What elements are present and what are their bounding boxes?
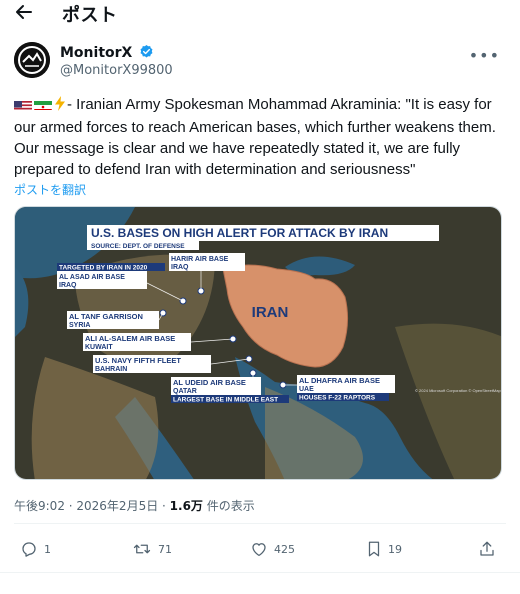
top-bar: ポスト [0,0,520,28]
repost-count: 71 [158,542,172,556]
bookmark-icon [368,541,380,557]
label-al-asad-country: IRAQ [59,282,77,289]
label-ali-al-salem-name: ALI AL-SALEM AIR BASE [85,334,175,343]
label-al-asad-note: TARGETED BY IRAN IN 2020 [59,265,148,272]
arrow-left-icon [16,5,32,19]
label-ali-al-salem-country: KUWAIT [85,344,113,351]
label-al-udeid-note: LARGEST BASE IN MIDDLE EAST [173,397,278,404]
tweet-body: - Iranian Army Spokesman Mohammad Akrami… [14,96,496,178]
more-options-button[interactable]: ••• [469,46,500,65]
us-flag-icon [14,98,32,110]
translate-post-link[interactable]: ポストを翻訳 [14,181,86,198]
repost-button[interactable]: 71 [132,538,172,560]
bookmark-count: 19 [388,542,402,556]
verified-badge-icon [140,44,153,58]
bottom-divider [0,572,520,573]
author-handle[interactable]: @MonitorX99800 [60,63,173,78]
like-count: 425 [274,542,295,556]
label-al-udeid-country: QATAR [173,388,197,395]
bases-map: IRAN U.S. BASES ON HIGH ALERT FOR ATTACK… [15,207,501,479]
author-row: MonitorX @MonitorX99800 ••• [14,42,504,82]
map-title: U.S. BASES ON HIGH ALERT FOR ATTACK BY I… [91,226,388,240]
post-meta: 午後9:02 · 2026年2月5日 · 1.6万 件の表示 [14,497,255,514]
label-al-udeid-name: AL UDEID AIR BASE [173,378,246,387]
repost-icon [133,544,151,554]
page-title: ポスト [62,5,118,26]
map-attribution: © 2024 Microsoft Corporation © OpenStree… [415,388,501,393]
reply-button[interactable]: 1 [20,538,51,560]
avatar[interactable] [14,42,50,78]
heart-icon [252,543,266,557]
map-source: SOURCE: DEPT. OF DEFENSE [91,243,185,250]
view-count: 1.6万 [169,499,203,513]
label-harir-name: HARIR AIR BASE [171,256,229,263]
tweet-media-image[interactable]: IRAN U.S. BASES ON HIGH ALERT FOR ATTACK… [14,206,502,480]
label-fifth-fleet-name: U.S. NAVY FIFTH FLEET [95,356,181,365]
monitor-x-logo [14,42,50,78]
iran-label: IRAN [252,304,289,321]
label-al-tanf-name: AL TANF GARRISON [69,312,143,321]
views-suffix: 件の表示 [202,499,255,513]
lightning-icon [54,96,66,117]
reply-count: 1 [44,542,51,556]
label-al-dhafra-note: HOUSES F-22 RAPTORS [299,395,376,402]
iran-flag-icon [34,98,52,110]
more-dots-icon: ••• [468,46,500,65]
bookmark-button[interactable]: 19 [366,538,402,560]
share-icon [480,541,494,556]
label-harir-country: IRAQ [171,264,189,271]
reply-icon [22,542,36,557]
label-al-asad-name: AL ASAD AIR BASE [59,274,125,281]
post-timestamp[interactable]: 午後9:02 · 2026年2月5日 · [14,499,170,513]
share-button[interactable] [478,538,496,560]
author-name[interactable]: MonitorX [60,44,154,61]
author-name-text[interactable]: MonitorX [60,45,132,61]
divider [14,523,506,524]
label-al-dhafra-country: UAE [299,386,314,393]
label-al-dhafra-name: AL DHAFRA AIR BASE [299,376,380,385]
tweet-text: - Iranian Army Spokesman Mohammad Akrami… [14,94,508,180]
back-button[interactable] [14,2,34,22]
action-bar: 1 71 425 19 [14,538,506,562]
like-button[interactable]: 425 [250,538,295,560]
label-fifth-fleet-country: BAHRAIN [95,366,127,373]
label-al-tanf-country: SYRIA [69,322,90,329]
